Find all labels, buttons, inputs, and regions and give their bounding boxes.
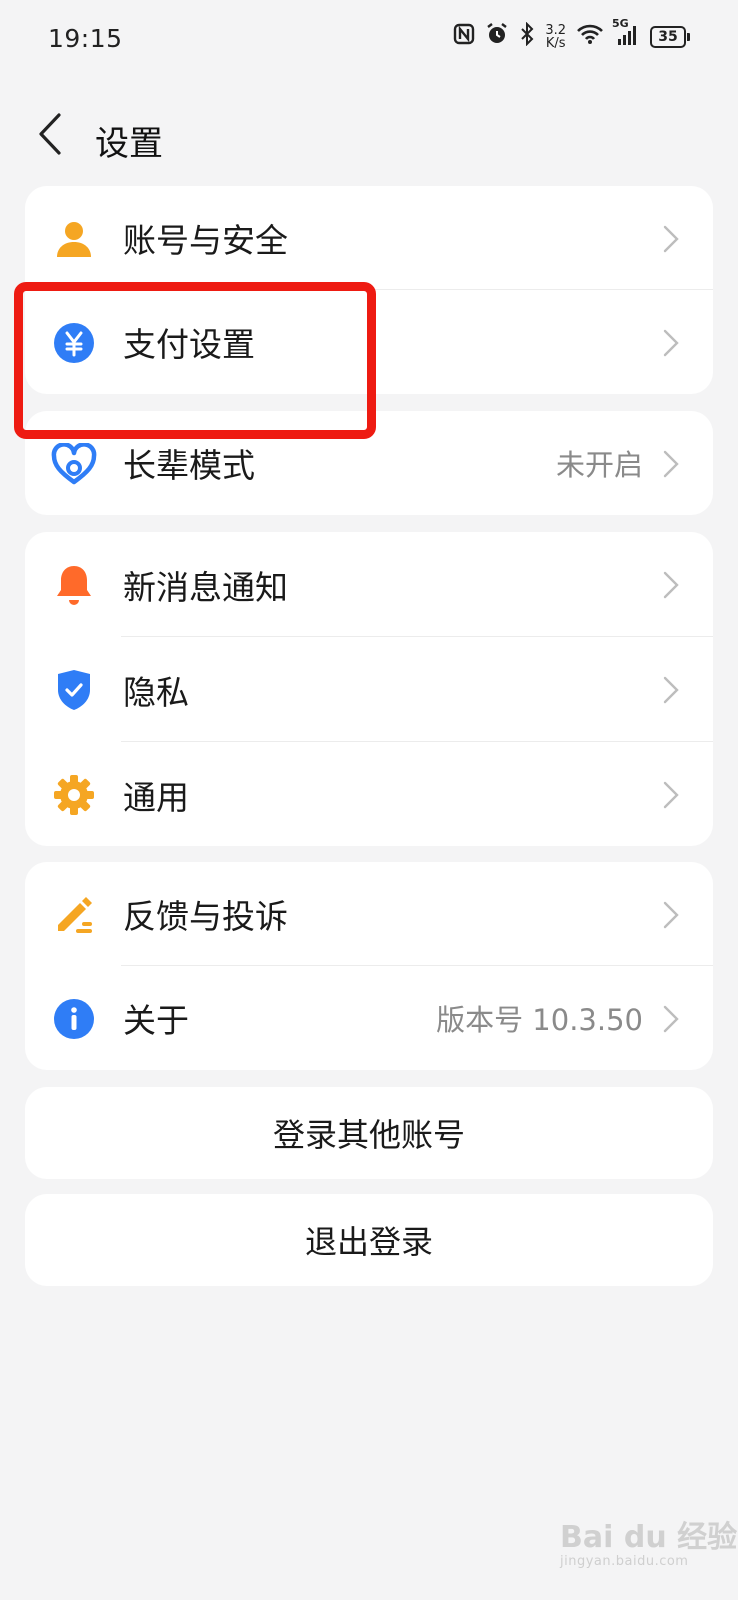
pencil-icon	[51, 892, 97, 938]
status-bar: 19:15 3.2 K/s 5G 35	[0, 0, 738, 86]
watermark-sub: jingyan.baidu.com	[560, 1554, 689, 1569]
wifi-icon	[576, 23, 604, 51]
status-time: 19:15	[48, 24, 123, 53]
chevron-right-icon	[663, 450, 679, 478]
settings-item-label: 通用	[123, 777, 189, 817]
settings-item-privacy[interactable]: 隐私	[25, 637, 713, 742]
settings-item-label: 支付设置	[123, 325, 255, 364]
settings-item-label: 新消息通知	[123, 567, 288, 607]
nfc-icon	[453, 23, 475, 51]
settings-item-value: 版本号 10.3.50	[436, 1003, 643, 1037]
battery-icon: 35	[650, 26, 690, 48]
settings-item-about[interactable]: 关于 版本号 10.3.50	[25, 966, 713, 1070]
general-group: 新消息通知 隐私 通用	[25, 532, 713, 846]
watermark-main: Bai du 经验	[560, 1520, 738, 1555]
chevron-right-icon	[663, 571, 679, 599]
about-group: 反馈与投诉 关于 版本号 10.3.50	[25, 862, 713, 1070]
status-icons: 3.2 K/s 5G 35	[453, 17, 690, 52]
settings-item-value: 未开启	[555, 448, 643, 482]
settings-item-label: 长辈模式	[123, 446, 255, 485]
battery-level: 35	[650, 26, 686, 48]
chevron-right-icon	[663, 225, 679, 253]
switch-account-button[interactable]: 登录其他账号	[25, 1087, 713, 1179]
back-button[interactable]	[30, 104, 70, 164]
chevron-left-icon	[39, 113, 61, 155]
chevron-right-icon	[663, 1005, 679, 1033]
chevron-right-icon	[663, 781, 679, 809]
alarm-icon	[485, 22, 509, 52]
app-header: 设置	[0, 86, 738, 186]
settings-item-payment[interactable]: 支付设置	[25, 290, 713, 394]
shield-icon	[51, 667, 97, 713]
bluetooth-icon	[519, 21, 535, 52]
settings-item-elder-mode[interactable]: 长辈模式 未开启	[25, 411, 713, 515]
settings-item-label: 反馈与投诉	[123, 897, 288, 936]
person-icon	[51, 216, 97, 262]
gear-icon	[51, 772, 97, 818]
network-type: 5G	[612, 17, 629, 30]
settings-item-general[interactable]: 通用	[25, 742, 713, 846]
network-speed: 3.2 K/s	[545, 23, 566, 51]
info-icon	[51, 996, 97, 1042]
signal-icon: 5G	[612, 17, 640, 51]
page-title: 设置	[95, 124, 163, 164]
bell-icon	[51, 562, 97, 608]
settings-item-label: 关于	[123, 1001, 189, 1040]
settings-item-label: 隐私	[123, 672, 189, 712]
chevron-right-icon	[663, 329, 679, 357]
elder-mode-group: 长辈模式 未开启	[25, 411, 713, 515]
yuan-icon	[51, 320, 97, 366]
account-group: 账号与安全 支付设置	[25, 186, 713, 394]
baidu-watermark: Bai du 经验 jingyan.baidu.com	[560, 1512, 737, 1569]
logout-button[interactable]: 退出登录	[25, 1194, 713, 1286]
settings-item-label: 账号与安全	[123, 221, 288, 260]
chevron-right-icon	[663, 901, 679, 929]
settings-item-account-security[interactable]: 账号与安全	[25, 186, 713, 290]
settings-item-notifications[interactable]: 新消息通知	[25, 532, 713, 637]
heart-icon	[51, 441, 97, 487]
settings-item-feedback[interactable]: 反馈与投诉	[25, 862, 713, 966]
chevron-right-icon	[663, 676, 679, 704]
